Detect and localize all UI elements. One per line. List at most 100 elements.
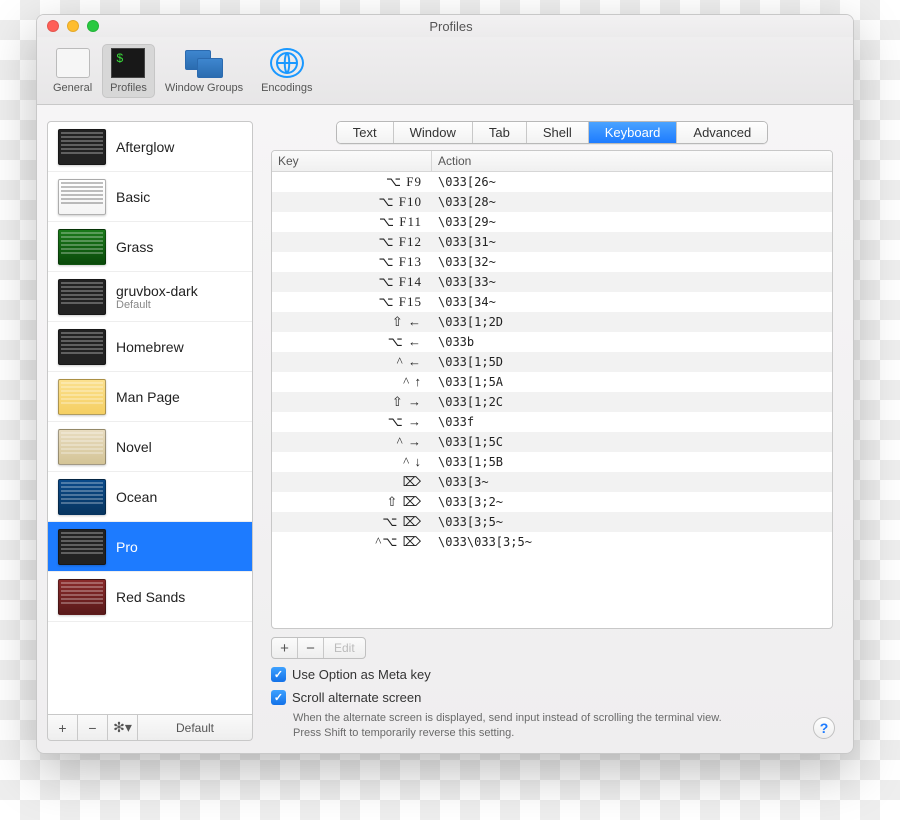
table-row[interactable]: ⌥ F10\033[28~ <box>272 192 832 212</box>
cell-key: ⌥ → <box>272 414 432 430</box>
profile-list[interactable]: AfterglowBasicGrassgruvbox-darkDefaultHo… <box>47 121 253 715</box>
tab-encodings[interactable]: Encodings <box>253 44 320 98</box>
cell-key: ^ ↓ <box>272 454 432 470</box>
tab-window-groups[interactable]: Window Groups <box>157 44 251 98</box>
cell-key: ⌥ F13 <box>272 254 432 270</box>
profile-row-gruvbox-dark[interactable]: gruvbox-darkDefault <box>48 272 252 322</box>
profile-row-ocean[interactable]: Ocean <box>48 472 252 522</box>
profile-name: Ocean <box>116 489 157 505</box>
cell-action: \033[3;5~ <box>432 515 832 529</box>
help-button[interactable]: ? <box>813 717 835 739</box>
profile-thumbnail <box>58 129 106 165</box>
table-toolbar: + − Edit <box>271 637 833 659</box>
table-row[interactable]: ⌥ ←\033b <box>272 332 832 352</box>
table-row[interactable]: ⌥ F12\033[31~ <box>272 232 832 252</box>
add-profile-button[interactable]: + <box>48 715 78 740</box>
profile-row-novel[interactable]: Novel <box>48 422 252 472</box>
profile-actions-menu[interactable]: ✻▾ <box>108 715 138 740</box>
cell-key: ^⌥ ⌦ <box>272 534 432 550</box>
toolbar-label: Window Groups <box>165 82 243 94</box>
table-row[interactable]: ⇧ →\033[1;2C <box>272 392 832 412</box>
set-default-button[interactable]: Default <box>138 715 252 740</box>
cell-action: \033\033[3;5~ <box>432 535 832 549</box>
table-row[interactable]: ^ ↑\033[1;5A <box>272 372 832 392</box>
cell-key: ⌥ F9 <box>272 174 432 190</box>
profile-name: Man Page <box>116 389 180 405</box>
profile-subtitle: Default <box>116 299 198 311</box>
table-row[interactable]: ⌥ →\033f <box>272 412 832 432</box>
profile-name: Pro <box>116 539 138 555</box>
cell-action: \033[31~ <box>432 235 832 249</box>
toolbar-label: Profiles <box>110 82 147 94</box>
titlebar: Profiles <box>37 15 853 37</box>
remove-binding-button[interactable]: − <box>298 638 324 658</box>
cell-key: ^ ← <box>272 354 432 370</box>
close-icon[interactable] <box>47 20 59 32</box>
cell-action: \033[29~ <box>432 215 832 229</box>
profile-thumbnail <box>58 529 106 565</box>
tab-profiles[interactable]: Profiles <box>102 44 155 98</box>
key-table: Key Action ⌥ F9\033[26~⌥ F10\033[28~⌥ F1… <box>271 150 833 629</box>
table-row[interactable]: ⌦\033[3~ <box>272 472 832 492</box>
table-row[interactable]: ⌥ F15\033[34~ <box>272 292 832 312</box>
col-key[interactable]: Key <box>272 151 432 171</box>
toolbar-label: General <box>53 82 92 94</box>
cell-action: \033[1;2D <box>432 315 832 329</box>
scroll-alt-checkbox[interactable]: ✓ <box>271 690 286 705</box>
sidebar: AfterglowBasicGrassgruvbox-darkDefaultHo… <box>47 121 253 741</box>
profile-row-grass[interactable]: Grass <box>48 222 252 272</box>
profile-row-basic[interactable]: Basic <box>48 172 252 222</box>
tab-keyboard[interactable]: Keyboard <box>589 122 678 143</box>
profiles-icon <box>111 48 145 78</box>
tab-general[interactable]: General <box>45 44 100 98</box>
table-row[interactable]: ⌥ F13\033[32~ <box>272 252 832 272</box>
cell-key: ⇧ ⌦ <box>272 494 432 510</box>
cell-key: ⌥ ⌦ <box>272 514 432 530</box>
tab-tab[interactable]: Tab <box>473 122 527 143</box>
tab-window[interactable]: Window <box>394 122 473 143</box>
table-row[interactable]: ⇧ ←\033[1;2D <box>272 312 832 332</box>
toolbar-label: Encodings <box>261 82 312 94</box>
profile-name: Novel <box>116 439 152 455</box>
cell-key: ^ ↑ <box>272 374 432 390</box>
scroll-alt-row: ✓ Scroll alternate screen <box>271 690 833 705</box>
option-meta-checkbox[interactable]: ✓ <box>271 667 286 682</box>
table-row[interactable]: ⌥ ⌦\033[3;5~ <box>272 512 832 532</box>
profile-name: Homebrew <box>116 339 184 355</box>
table-row[interactable]: ^ ↓\033[1;5B <box>272 452 832 472</box>
tab-shell[interactable]: Shell <box>527 122 589 143</box>
preferences-window: Profiles General Profiles Window Groups … <box>36 14 854 754</box>
profile-name: gruvbox-dark <box>116 283 198 299</box>
cell-action: \033f <box>432 415 832 429</box>
cell-key: ^ → <box>272 434 432 450</box>
table-row[interactable]: ^ →\033[1;5C <box>272 432 832 452</box>
profile-thumbnail <box>58 379 106 415</box>
profile-row-homebrew[interactable]: Homebrew <box>48 322 252 372</box>
table-row[interactable]: ⌥ F9\033[26~ <box>272 172 832 192</box>
add-binding-button[interactable]: + <box>272 638 298 658</box>
cell-action: \033[1;5B <box>432 455 832 469</box>
col-action[interactable]: Action <box>432 151 832 171</box>
profile-row-man-page[interactable]: Man Page <box>48 372 252 422</box>
cell-key: ⌦ <box>272 474 432 490</box>
tab-text[interactable]: Text <box>337 122 394 143</box>
profile-row-pro[interactable]: Pro <box>48 522 252 572</box>
profile-thumbnail <box>58 279 106 315</box>
profile-row-red-sands[interactable]: Red Sands <box>48 572 252 622</box>
table-body[interactable]: ⌥ F9\033[26~⌥ F10\033[28~⌥ F11\033[29~⌥ … <box>272 172 832 628</box>
scroll-alt-label: Scroll alternate screen <box>292 690 421 705</box>
globe-icon <box>270 48 304 78</box>
table-row[interactable]: ⌥ F11\033[29~ <box>272 212 832 232</box>
edit-binding-button[interactable]: Edit <box>324 638 365 658</box>
tab-advanced[interactable]: Advanced <box>677 122 767 143</box>
cell-action: \033b <box>432 335 832 349</box>
table-row[interactable]: ⌥ F14\033[33~ <box>272 272 832 292</box>
cell-key: ⇧ ← <box>272 314 432 330</box>
table-row[interactable]: ^ ←\033[1;5D <box>272 352 832 372</box>
table-row[interactable]: ^⌥ ⌦\033\033[3;5~ <box>272 532 832 552</box>
remove-profile-button[interactable]: − <box>78 715 108 740</box>
table-row[interactable]: ⇧ ⌦\033[3;2~ <box>272 492 832 512</box>
option-meta-row: ✓ Use Option as Meta key <box>271 667 833 682</box>
profile-row-afterglow[interactable]: Afterglow <box>48 122 252 172</box>
tabbar: TextWindowTabShellKeyboardAdvanced <box>271 121 833 144</box>
